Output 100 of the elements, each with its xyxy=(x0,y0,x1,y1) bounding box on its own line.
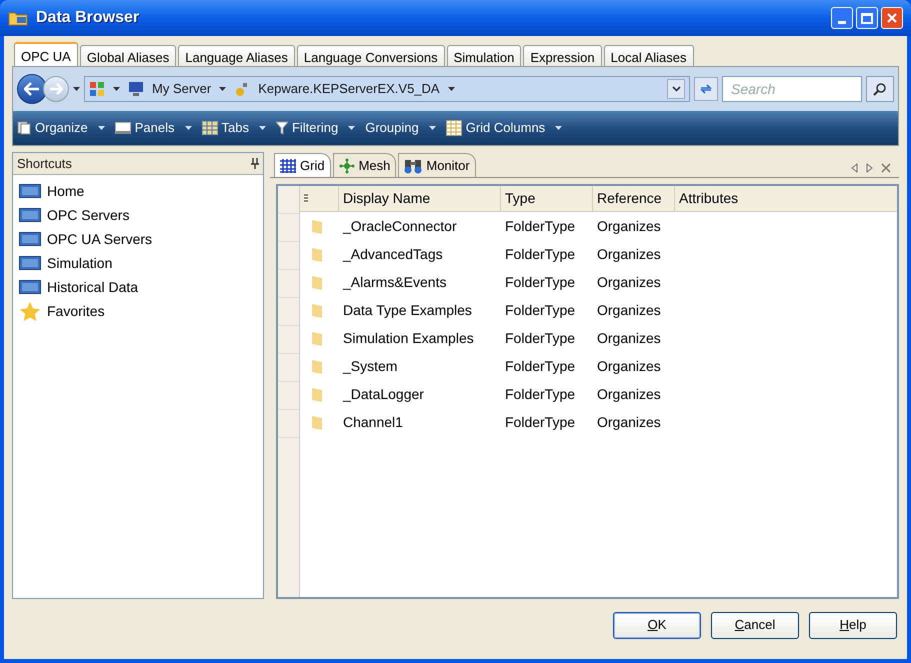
table-cell-text: Organizes xyxy=(596,328,662,348)
star-icon xyxy=(19,301,41,321)
chevron-down-icon xyxy=(672,86,680,92)
table-cell-text: _Alarms&Events xyxy=(342,272,448,292)
table-cell-text: Organizes xyxy=(596,244,662,264)
back-arrow-icon xyxy=(24,82,40,96)
folder-icon xyxy=(312,218,322,234)
caret-icon[interactable] xyxy=(448,87,455,91)
tab[interactable]: OPC UA xyxy=(14,42,78,66)
window-flag-icon xyxy=(89,81,105,97)
column-header[interactable]: Attributes xyxy=(674,186,897,211)
forward-arrow-icon xyxy=(49,83,63,95)
table-cell-text: Channel1 xyxy=(342,412,404,432)
table-cell-text: FolderType xyxy=(504,356,576,376)
breadcrumb[interactable]: Kepware.KEPServerEX.V5_DA xyxy=(258,79,440,99)
refresh-button[interactable] xyxy=(694,77,718,101)
scroll-right-icon[interactable] xyxy=(866,163,873,173)
table-cell-text: FolderType xyxy=(504,412,576,432)
screen-icon xyxy=(19,208,41,222)
toolbar-button[interactable]: Filtering xyxy=(276,118,338,138)
shortcut-item[interactable]: OPC UA Servers xyxy=(19,227,263,251)
folder-icon xyxy=(312,358,322,374)
caret-icon[interactable] xyxy=(258,126,266,130)
toolbar-button[interactable]: Tabs xyxy=(202,118,249,138)
table-cell-text: FolderType xyxy=(504,328,576,348)
forward-button[interactable] xyxy=(43,76,69,102)
screen-icon xyxy=(19,184,41,198)
tab[interactable]: Language Conversions xyxy=(296,45,445,66)
tab[interactable]: Expression xyxy=(523,45,602,66)
shortcut-item[interactable]: Favorites xyxy=(19,299,263,323)
minimize-button[interactable] xyxy=(831,7,853,29)
dialog-button[interactable]: OK xyxy=(613,612,701,638)
breadcrumb[interactable]: My Server xyxy=(152,79,212,99)
dialog-button[interactable]: Help xyxy=(809,612,897,638)
tab[interactable]: Global Aliases xyxy=(80,45,176,66)
table-cell-text: Organizes xyxy=(596,300,662,320)
caret-icon[interactable] xyxy=(428,126,436,130)
window-title: Data Browser xyxy=(36,8,140,28)
screen-icon xyxy=(19,280,41,294)
caret-icon[interactable] xyxy=(184,126,192,130)
toolbar-button[interactable]: Grouping xyxy=(365,118,419,138)
folder-icon xyxy=(312,302,322,318)
close-button[interactable] xyxy=(881,7,903,29)
table-cell-text: Organizes xyxy=(596,272,662,292)
search-icon xyxy=(873,82,887,96)
caret-icon[interactable] xyxy=(219,87,226,91)
folder-icon xyxy=(312,330,322,346)
tab[interactable]: Local Aliases xyxy=(604,45,694,66)
folder-icon xyxy=(312,414,322,430)
close-icon[interactable] xyxy=(881,163,891,173)
refresh-icon xyxy=(699,83,713,95)
grid-icon xyxy=(280,158,296,172)
shortcut-item[interactable]: Home xyxy=(19,179,263,203)
tab[interactable]: Simulation xyxy=(446,45,522,66)
caret-icon[interactable] xyxy=(98,126,105,130)
table-cell-text: Simulation Examples xyxy=(342,328,475,348)
table-cell-text: Organizes xyxy=(596,216,662,236)
folder-icon xyxy=(312,246,322,262)
view-tab[interactable]: Monitor xyxy=(398,153,476,177)
table-cell-text: FolderType xyxy=(504,216,576,236)
table-cell-text: Organizes xyxy=(596,384,662,404)
panel-icon xyxy=(114,121,131,135)
table-cell-text: FolderType xyxy=(504,244,576,264)
search-button[interactable] xyxy=(866,76,894,102)
panel-title: Shortcuts xyxy=(17,154,72,173)
folder-icon xyxy=(312,386,322,402)
caret-icon[interactable] xyxy=(348,126,356,130)
column-header[interactable]: Type xyxy=(500,186,592,211)
column-header[interactable]: Reference xyxy=(592,186,674,211)
caret-icon[interactable] xyxy=(113,87,120,91)
view-tab[interactable]: Grid xyxy=(274,153,331,177)
address-bar[interactable]: My Server Kepware.KEPServerEX.V5_DA xyxy=(84,76,690,102)
table-cell-text: _System xyxy=(342,356,398,376)
back-button[interactable] xyxy=(17,74,47,104)
shortcut-item[interactable]: Simulation xyxy=(19,251,263,275)
table-cell-text: _OracleConnector xyxy=(342,216,458,236)
scroll-left-icon[interactable] xyxy=(851,163,858,173)
filter-icon xyxy=(276,121,288,135)
node-cross-icon xyxy=(338,158,355,174)
toolbar-button[interactable]: Grid Columns xyxy=(446,118,546,138)
search-field[interactable]: Search xyxy=(722,76,862,102)
dialog-button[interactable]: Cancel xyxy=(711,612,799,638)
maximize-button[interactable] xyxy=(856,7,878,29)
shortcut-item[interactable]: OPC Servers xyxy=(19,203,263,227)
dropdown-button[interactable] xyxy=(667,79,685,99)
shortcut-item[interactable]: Historical Data xyxy=(19,275,263,299)
toolbar-button[interactable]: Panels xyxy=(114,118,174,138)
pin-icon[interactable] xyxy=(251,158,259,169)
caret-icon[interactable] xyxy=(73,87,80,91)
column-header[interactable]: Display Name xyxy=(338,186,500,211)
folder-icon xyxy=(312,274,322,290)
table-cell-text: _DataLogger xyxy=(342,384,425,404)
table-cell-text: Organizes xyxy=(596,356,662,376)
monitor-icon xyxy=(128,81,144,97)
caret-icon[interactable] xyxy=(555,126,562,130)
table-cell-text: FolderType xyxy=(504,300,576,320)
folder-icon xyxy=(8,10,28,26)
tab[interactable]: Language Aliases xyxy=(178,45,295,66)
view-tab[interactable]: Mesh xyxy=(332,153,396,177)
toolbar-button[interactable]: Organize xyxy=(17,118,88,138)
